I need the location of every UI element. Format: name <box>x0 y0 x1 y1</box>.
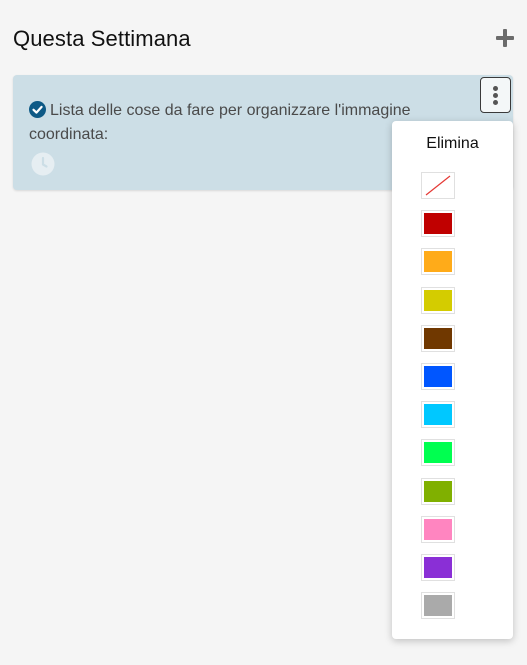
kebab-menu-icon <box>493 86 498 91</box>
color-swatch-blue[interactable] <box>421 363 455 390</box>
delete-menu-item[interactable]: Elimina <box>392 135 513 153</box>
color-swatch-brown[interactable] <box>421 325 455 352</box>
color-swatch-pink[interactable] <box>421 516 455 543</box>
color-swatch-green[interactable] <box>421 439 455 466</box>
color-swatch-purple[interactable] <box>421 554 455 581</box>
color-swatch-yellow[interactable] <box>421 287 455 314</box>
clock-icon[interactable] <box>31 152 55 176</box>
no-color-icon <box>425 175 451 196</box>
color-swatch-olive-green[interactable] <box>421 478 455 505</box>
column-title: Questa Settimana <box>13 26 191 51</box>
column-header: Questa Settimana <box>0 0 527 76</box>
color-swatch-red[interactable] <box>421 210 455 237</box>
color-swatch-none[interactable] <box>421 172 455 199</box>
color-swatch-cyan[interactable] <box>421 401 455 428</box>
card-menu-button[interactable] <box>480 77 511 113</box>
board-column: Questa Settimana Lista delle cose da far… <box>0 0 527 665</box>
color-swatch-orange[interactable] <box>421 248 455 275</box>
add-card-plus-icon[interactable] <box>494 27 518 51</box>
color-dropdown-menu: Elimina <box>392 121 513 639</box>
color-swatch-gray[interactable] <box>421 592 455 619</box>
